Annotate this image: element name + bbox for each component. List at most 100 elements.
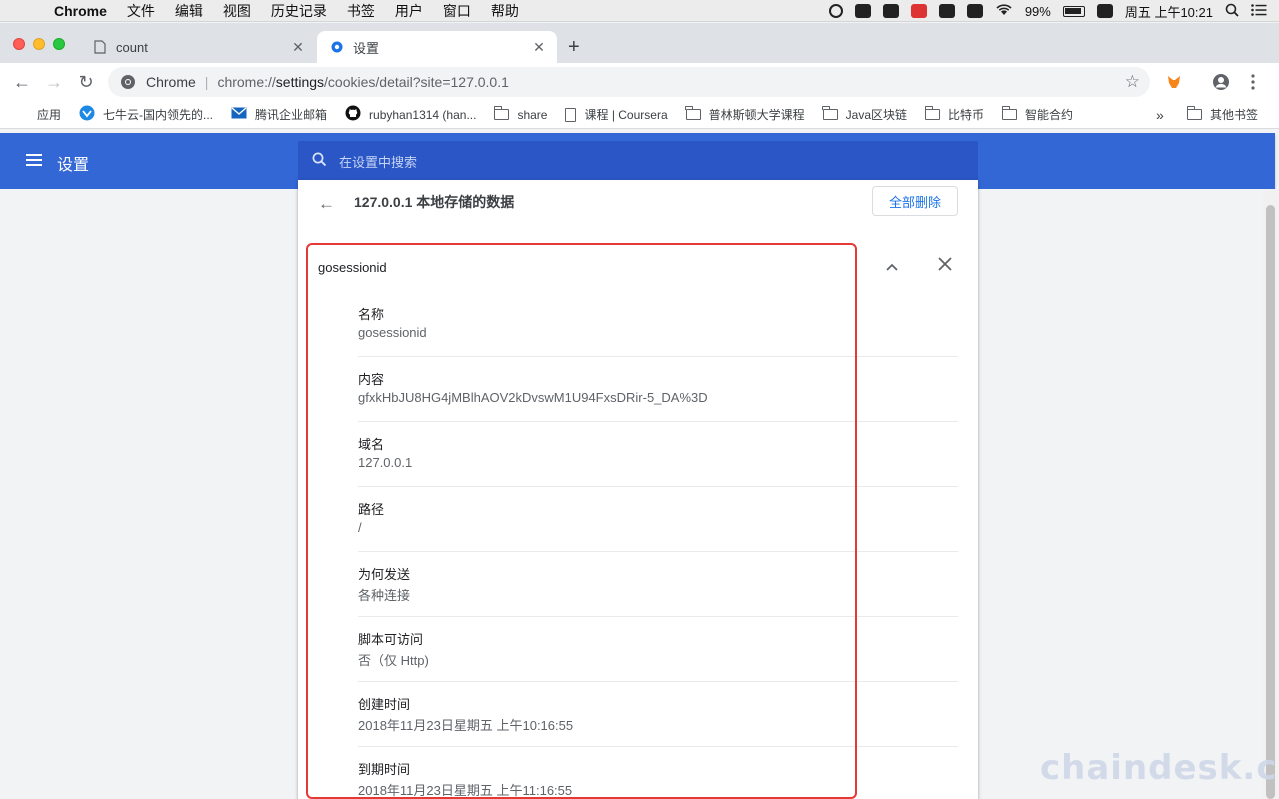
bookmarks-overflow-chevron-icon[interactable]: » — [1156, 107, 1164, 123]
chat-tray-icon[interactable] — [828, 4, 843, 18]
apps-grid-icon — [15, 108, 29, 122]
remove-all-button[interactable]: 全部删除 — [872, 186, 958, 216]
qq-tray-icon[interactable] — [854, 4, 871, 18]
url-host: chrome:// — [217, 74, 276, 90]
grid-tray-icon[interactable] — [938, 4, 955, 18]
menu-history[interactable]: 历史记录 — [271, 1, 327, 21]
bookmark-share-folder[interactable]: share — [493, 106, 548, 122]
bookmark-java-blockchain-folder[interactable]: Java区块链 — [822, 106, 907, 123]
battery-icon[interactable] — [1062, 5, 1085, 17]
bookmark-label: share — [517, 107, 548, 122]
tab-strip: count ✕ 设置 ✕ + — [0, 23, 1279, 63]
url-path: settings — [275, 74, 325, 90]
page-title: 设置 — [57, 157, 90, 174]
profile-avatar-icon[interactable] — [1212, 73, 1230, 94]
annotation-highlight-box — [306, 243, 857, 799]
menu-bookmarks[interactable]: 书签 — [347, 1, 375, 21]
bookmark-label: 比特币 — [948, 108, 985, 122]
bookmark-label: 腾讯企业邮箱 — [255, 108, 328, 122]
browser-toolbar: ← → ↻ Chrome | chrome://settings/cookies… — [0, 63, 1279, 101]
bookmark-other[interactable]: 其他书签 — [1186, 106, 1259, 123]
security-chip-label: Chrome — [146, 74, 196, 90]
wechat-tray-icon[interactable] — [882, 4, 899, 18]
search-icon — [312, 152, 327, 170]
settings-search-input[interactable]: 在设置中搜索 — [298, 141, 978, 181]
gear-icon — [329, 39, 345, 55]
qiniu-icon — [79, 105, 95, 124]
bookmark-github[interactable]: rubyhan1314 (han... — [345, 105, 476, 124]
tab-close-icon[interactable]: ✕ — [531, 39, 547, 55]
mail-icon — [231, 107, 247, 122]
bookmark-tencent-mail[interactable]: 腾讯企业邮箱 — [231, 106, 327, 123]
macos-menubar: Chrome 文件 编辑 视图 历史记录 书签 用户 窗口 帮助 99% 周五 … — [0, 0, 1279, 22]
search-placeholder: 在设置中搜索 — [339, 154, 418, 170]
tab-close-icon[interactable]: ✕ — [290, 39, 306, 55]
forward-icon[interactable]: → — [43, 71, 65, 93]
bookmarks-bar: 应用 七牛云-国内领先的... 腾讯企业邮箱 rubyhan1314 (han.… — [0, 101, 1279, 129]
folder-icon — [685, 106, 701, 120]
back-icon[interactable]: ← — [11, 71, 33, 93]
address-bar[interactable]: Chrome | chrome://settings/cookies/detai… — [108, 67, 1150, 97]
bookmark-smart-contract-folder[interactable]: 智能合约 — [1001, 106, 1074, 123]
bookmark-label: 普林斯顿大学课程 — [708, 108, 805, 122]
bookmark-label: 应用 — [37, 108, 62, 122]
menu-kebab-icon[interactable] — [1251, 74, 1255, 93]
watermark: chaindesk.cn — [1040, 748, 1279, 788]
bookmark-apps[interactable]: 应用 — [15, 106, 61, 123]
menu-app-name[interactable]: Chrome — [54, 3, 107, 19]
chevron-up-icon[interactable] — [886, 258, 898, 274]
menu-help[interactable]: 帮助 — [491, 1, 519, 21]
new-tab-button[interactable]: + — [568, 37, 580, 57]
reload-icon[interactable]: ↻ — [75, 71, 97, 93]
tab-count[interactable]: count ✕ — [80, 31, 316, 63]
menu-file[interactable]: 文件 — [127, 1, 155, 21]
folder-icon — [493, 106, 510, 120]
battery-percent: 99% — [1024, 3, 1051, 19]
window-minimize-button[interactable] — [33, 38, 45, 50]
omnibox-separator: | — [204, 74, 209, 90]
tab-settings[interactable]: 设置 ✕ — [317, 31, 557, 63]
github-icon — [345, 105, 361, 124]
bookmark-bitcoin-folder[interactable]: 比特币 — [924, 106, 985, 123]
bookmark-label: 智能合约 — [1025, 108, 1074, 122]
menu-window[interactable]: 窗口 — [443, 1, 471, 21]
site-heading: 127.0.0.1 本地存储的数据 — [354, 194, 515, 210]
app-tray-icon[interactable] — [910, 4, 927, 18]
menu-view[interactable]: 视图 — [223, 1, 251, 21]
bookmark-label: rubyhan1314 (han... — [369, 107, 477, 122]
back-arrow-icon[interactable]: ← — [318, 194, 335, 214]
menubar-tray: 99% 周五 上午10:21 — [828, 0, 1267, 22]
folder-icon — [924, 106, 940, 120]
bookmark-qiniu[interactable]: 七牛云-国内领先的... — [79, 105, 213, 124]
page-scrollbar[interactable] — [1263, 189, 1279, 799]
scrollbar-thumb[interactable] — [1266, 205, 1275, 799]
bookmark-label: 其他书签 — [1210, 108, 1259, 122]
s-tray-icon[interactable] — [1096, 4, 1113, 18]
window-close-button[interactable] — [13, 38, 25, 50]
url-rest: /cookies/detail?site=127.0.0.1 — [324, 74, 509, 90]
window-maximize-button[interactable] — [53, 38, 65, 50]
bookmark-princeton-folder[interactable]: 普林斯顿大学课程 — [685, 106, 805, 123]
page-icon — [565, 107, 577, 122]
folder-icon — [1001, 106, 1018, 120]
chrome-logo-icon — [120, 74, 136, 90]
clock[interactable]: 周五 上午10:21 — [1125, 2, 1213, 21]
display-tray-icon[interactable] — [966, 4, 983, 18]
close-icon[interactable] — [938, 256, 952, 276]
metamask-extension-icon[interactable] — [1166, 74, 1182, 93]
notification-center-icon[interactable] — [1251, 3, 1267, 19]
menu-edit[interactable]: 编辑 — [175, 1, 203, 21]
folder-icon — [1186, 106, 1202, 120]
hamburger-menu-icon[interactable] — [26, 154, 42, 166]
bookmark-label: 课程 | Coursera — [584, 108, 668, 122]
bookmark-label: Java区块链 — [845, 108, 907, 122]
folder-icon — [822, 106, 838, 120]
menu-people[interactable]: 用户 — [395, 1, 423, 21]
spotlight-icon[interactable] — [1225, 3, 1239, 20]
wifi-icon[interactable] — [995, 3, 1013, 19]
tab-label: count — [116, 39, 148, 55]
page-icon — [92, 39, 108, 55]
tab-label: 设置 — [353, 40, 380, 56]
bookmark-coursera[interactable]: 课程 | Coursera — [565, 106, 668, 123]
bookmark-star-icon[interactable]: ☆ — [1125, 72, 1140, 92]
